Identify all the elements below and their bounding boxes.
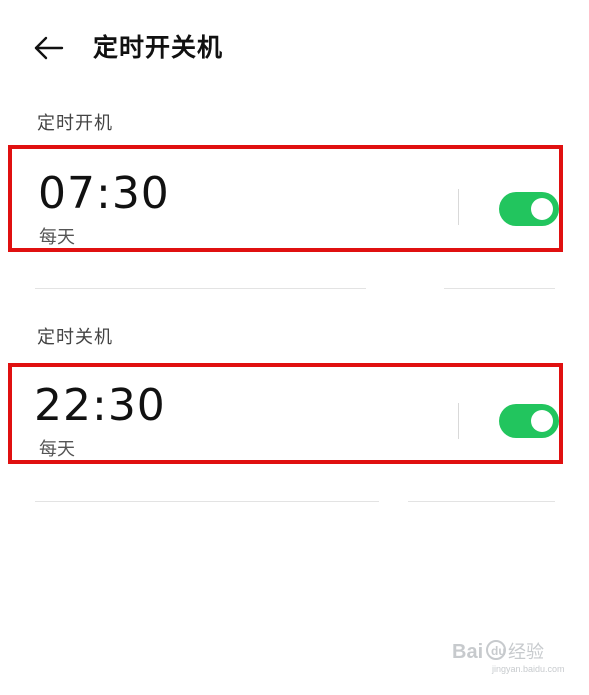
svg-text:du: du: [491, 644, 506, 658]
power-off-time: 22:30: [34, 380, 166, 431]
toggle-knob: [531, 198, 553, 220]
separator-line: [444, 288, 555, 289]
arrow-left-icon: [34, 36, 64, 60]
toggle-knob: [531, 410, 553, 432]
back-button[interactable]: [26, 28, 70, 68]
row-divider: [458, 189, 459, 225]
row-divider: [458, 403, 459, 439]
svg-text:Bai: Bai: [452, 641, 483, 663]
svg-text:经验: 经验: [508, 642, 544, 663]
section-label-power-on: 定时开机: [37, 113, 113, 134]
page-title: 定时开关机: [93, 33, 224, 62]
section-label-power-off: 定时关机: [37, 327, 113, 348]
power-off-toggle[interactable]: [499, 404, 559, 438]
power-off-repeat: 每天: [39, 439, 75, 460]
separator-line: [408, 501, 555, 502]
app-header: 定时开关机: [0, 0, 589, 96]
power-on-repeat: 每天: [39, 227, 75, 248]
power-on-time: 07:30: [38, 168, 170, 219]
svg-text:jingyan.baidu.com: jingyan.baidu.com: [491, 664, 565, 674]
power-on-row[interactable]: 07:30 每天: [8, 145, 563, 252]
baidu-jingyan-watermark: Bai du 经验 jingyan.baidu.com: [452, 636, 582, 676]
power-off-row[interactable]: 22:30 每天: [8, 363, 563, 464]
baidu-paw-logo-icon: Bai du 经验 jingyan.baidu.com: [452, 640, 565, 674]
power-on-toggle[interactable]: [499, 192, 559, 226]
separator-line: [35, 501, 379, 502]
separator-line: [35, 288, 366, 289]
